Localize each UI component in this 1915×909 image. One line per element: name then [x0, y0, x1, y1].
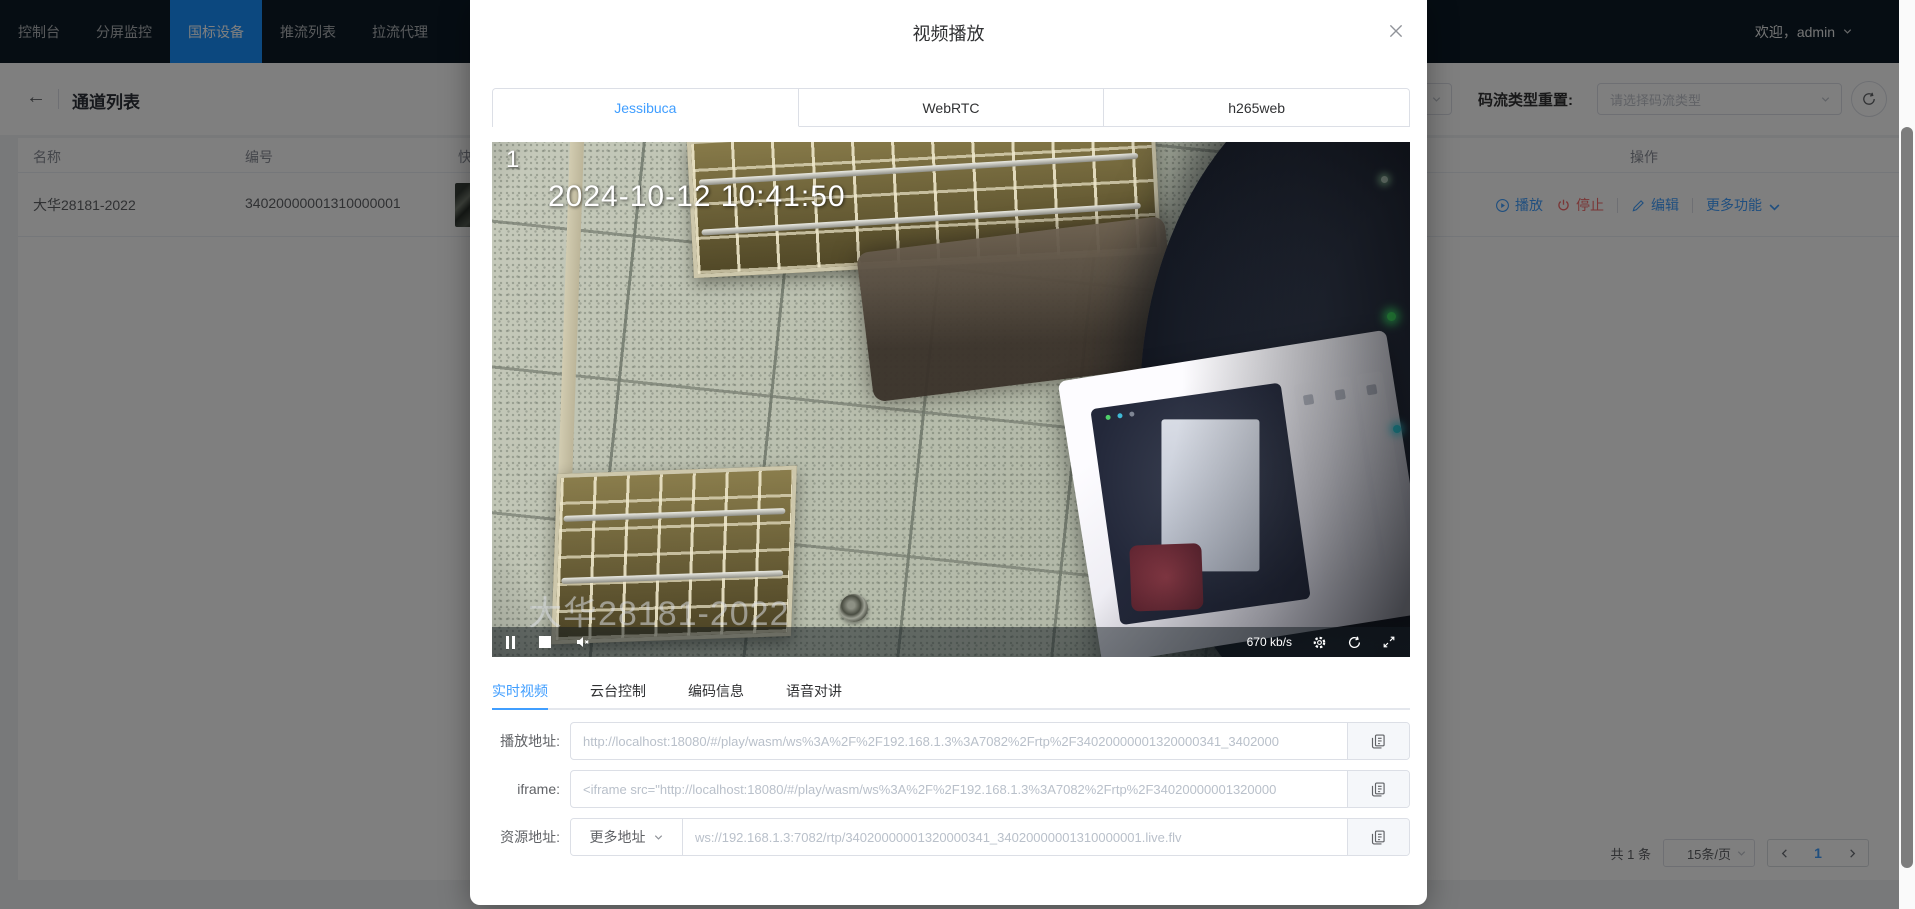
fullscreen-icon	[1382, 635, 1396, 649]
pause-button[interactable]	[506, 636, 515, 649]
tab-voice-intercom[interactable]: 语音对讲	[786, 670, 842, 708]
tab-jessibuca[interactable]: Jessibuca	[493, 89, 799, 127]
stream-info-tabs: 实时视频 云台控制 编码信息 语音对讲	[492, 670, 1410, 710]
play-address-label: 播放地址:	[492, 731, 570, 751]
resource-address-label: 资源地址:	[492, 827, 570, 847]
more-address-select[interactable]: 更多地址	[571, 819, 683, 855]
timestamp-osd: 2024-10-12 10:41:50	[548, 180, 846, 214]
scrollbar-track[interactable]	[1899, 0, 1915, 909]
mute-button[interactable]	[575, 634, 591, 650]
iframe-row: iframe: <iframe src="http://localhost:18…	[492, 770, 1410, 808]
fisheye-vignette	[492, 142, 1410, 657]
copy-icon	[1371, 830, 1386, 845]
video-player[interactable]: 1 2024-10-12 10:41:50 大华28181-2022 67	[492, 142, 1410, 657]
copy-icon	[1371, 734, 1386, 749]
bitrate-text: 670 kb/s	[1247, 635, 1292, 649]
close-button[interactable]	[1387, 22, 1405, 40]
video-play-dialog: 视频播放 Jessibuca WebRTC h265web	[470, 0, 1427, 905]
settings-gear-icon	[1312, 635, 1327, 650]
copy-resource-address-button[interactable]	[1347, 819, 1409, 855]
settings-button[interactable]	[1312, 635, 1327, 650]
dialog-title: 视频播放	[470, 20, 1427, 46]
copy-iframe-button[interactable]	[1347, 771, 1409, 807]
player-control-bar: 670 kb/s	[492, 627, 1410, 657]
pause-icon	[506, 636, 515, 649]
copy-play-address-button[interactable]	[1347, 723, 1409, 759]
reload-icon	[1347, 635, 1362, 650]
play-address-input[interactable]: http://localhost:18080/#/play/wasm/ws%3A…	[571, 723, 1347, 759]
resource-address-row: 资源地址: 更多地址 ws://192.168.1.3:7082/rtp/340…	[492, 818, 1410, 856]
tab-codec-info[interactable]: 编码信息	[688, 670, 744, 708]
play-address-row: 播放地址: http://localhost:18080/#/play/wasm…	[492, 722, 1410, 760]
player-type-tabs: Jessibuca WebRTC h265web	[492, 88, 1410, 127]
tab-live-video[interactable]: 实时视频	[492, 670, 548, 708]
scrollbar-thumb[interactable]	[1901, 127, 1913, 868]
iframe-label: iframe:	[492, 781, 570, 797]
copy-icon	[1371, 782, 1386, 797]
close-icon	[1387, 22, 1405, 40]
volume-muted-icon	[575, 634, 591, 650]
channel-number-osd: 1	[506, 146, 519, 174]
stop-icon	[539, 636, 551, 648]
chevron-down-icon	[653, 832, 664, 843]
stop-button[interactable]	[539, 636, 551, 648]
screen: 控制台 分屏监控 国标设备 推流列表 拉流代理 欢迎，admin ← 通道列表 …	[0, 0, 1915, 909]
tab-ptz-control[interactable]: 云台控制	[590, 670, 646, 708]
tab-webrtc[interactable]: WebRTC	[799, 89, 1105, 127]
fullscreen-button[interactable]	[1382, 635, 1396, 649]
tab-h265web[interactable]: h265web	[1104, 89, 1409, 127]
resource-address-input[interactable]: ws://192.168.1.3:7082/rtp/34020000001320…	[683, 819, 1347, 855]
iframe-input[interactable]: <iframe src="http://localhost:18080/#/pl…	[571, 771, 1347, 807]
more-address-label: 更多地址	[590, 827, 646, 847]
reload-button[interactable]	[1347, 635, 1362, 650]
